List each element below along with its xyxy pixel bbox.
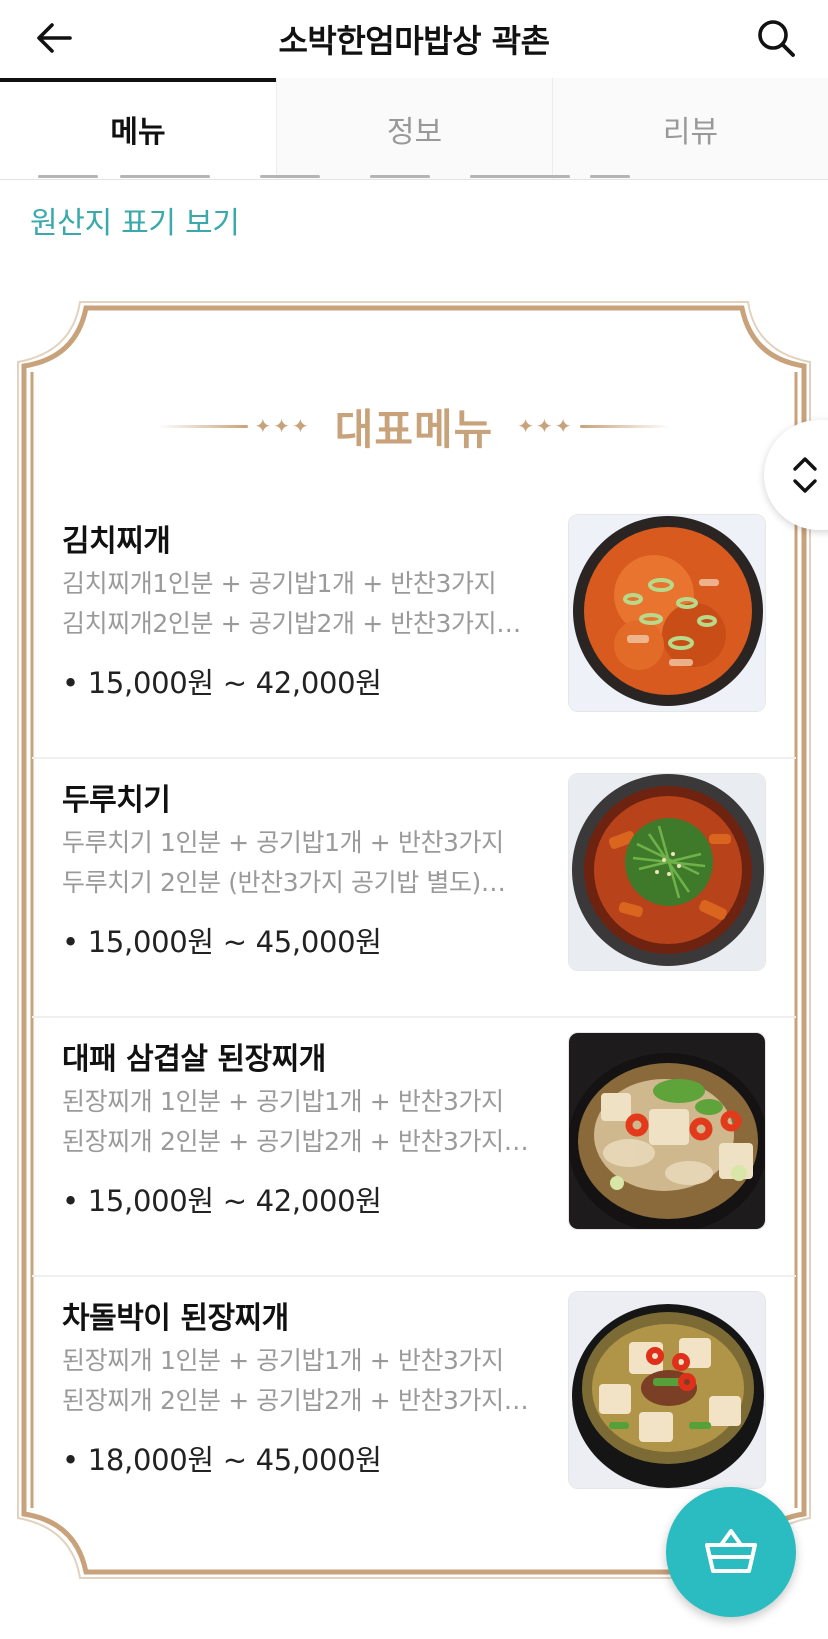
menu-item-price: • 18,000원 ~ 45,000원 — [62, 1443, 382, 1477]
cart-button[interactable] — [666, 1487, 796, 1617]
chevron-up-down-icon — [793, 457, 817, 493]
menu-item-photo[interactable] — [568, 1291, 766, 1489]
menu-item-photo[interactable] — [568, 773, 766, 971]
menu-item-desc-line: 김치찌개2인분 + 공기밥2개 + 반찬3가지… — [62, 609, 521, 638]
menu-item-desc-line: 두루치기 1인분 + 공기밥1개 + 반찬3가지 — [62, 828, 504, 857]
scrolled-off-text — [30, 170, 730, 180]
app-header: 소박한엄마밥상 곽촌 — [0, 0, 828, 78]
menu-item-price: • 15,000원 ~ 42,000원 — [62, 666, 382, 700]
menu-list: 김치찌개 김치찌개1인분 + 공기밥1개 + 반찬3가지 김치찌개2인분 + 공… — [32, 500, 796, 1536]
tab-info[interactable]: 정보 — [276, 78, 552, 179]
menu-item-name: 김치찌개 — [62, 524, 171, 559]
menu-item-name: 두루치기 — [62, 783, 171, 818]
menu-item[interactable]: 김치찌개 김치찌개1인분 + 공기밥1개 + 반찬3가지 김치찌개2인분 + 공… — [32, 500, 796, 759]
menu-item-description: 두루치기 1인분 + 공기밥1개 + 반찬3가지 두루치기 2인분 (반찬3가지… — [62, 823, 532, 903]
section-title: 대표메뉴 — [334, 404, 494, 454]
tab-reviews[interactable]: 리뷰 — [552, 78, 828, 179]
menu-item-description: 김치찌개1인분 + 공기밥1개 + 반찬3가지 김치찌개2인분 + 공기밥2개 … — [62, 564, 532, 644]
menu-item-name: 차돌박이 된장찌개 — [62, 1301, 289, 1336]
menu-item[interactable]: 차돌박이 된장찌개 된장찌개 1인분 + 공기밥1개 + 반찬3가지 된장찌개 … — [32, 1277, 796, 1536]
restaurant-menu-page: 소박한엄마밥상 곽촌 메뉴 정보 리뷰 원산지 표기 보기 ✦✦✦ 대표메뉴 ✦… — [0, 0, 828, 1639]
menu-item-desc-line: 된장찌개 1인분 + 공기밥1개 + 반찬3가지 — [62, 1087, 504, 1116]
menu-item-description: 된장찌개 1인분 + 공기밥1개 + 반찬3가지 된장찌개 2인분 + 공기밥2… — [62, 1341, 532, 1421]
menu-item-desc-line: 두루치기 2인분 (반찬3가지 공기밥 별도)… — [62, 868, 506, 897]
page-title: 소박한엄마밥상 곽촌 — [278, 22, 550, 60]
menu-item[interactable]: 대패 삼겹살 된장찌개 된장찌개 1인분 + 공기밥1개 + 반찬3가지 된장찌… — [32, 1018, 796, 1277]
menu-item[interactable]: 두루치기 두루치기 1인분 + 공기밥1개 + 반찬3가지 두루치기 2인분 (… — [32, 759, 796, 1018]
menu-item-desc-line: 된장찌개 2인분 + 공기밥2개 + 반찬3가지… — [62, 1127, 529, 1156]
menu-item-name: 대패 삼겹살 된장찌개 — [62, 1042, 326, 1077]
ornament-right-icon: ✦✦✦ — [511, 414, 670, 438]
section-header: ✦✦✦ 대표메뉴 ✦✦✦ — [0, 398, 828, 454]
menu-item-description: 된장찌개 1인분 + 공기밥1개 + 반찬3가지 된장찌개 2인분 + 공기밥2… — [62, 1082, 532, 1162]
ornament-left-icon: ✦✦✦ — [158, 414, 316, 438]
menu-item-desc-line: 된장찌개 1인분 + 공기밥1개 + 반찬3가지 — [62, 1346, 504, 1375]
origin-label-link[interactable]: 원산지 표기 보기 — [30, 198, 240, 242]
search-button[interactable] — [752, 14, 800, 62]
menu-item-photo[interactable] — [568, 1032, 766, 1230]
basket-icon — [705, 1529, 757, 1573]
search-icon — [758, 20, 795, 57]
menu-item-desc-line: 김치찌개1인분 + 공기밥1개 + 반찬3가지 — [62, 569, 497, 598]
menu-item-price: • 15,000원 ~ 45,000원 — [62, 925, 382, 959]
menu-item-desc-line: 된장찌개 2인분 + 공기밥2개 + 반찬3가지… — [62, 1386, 529, 1415]
tab-bar: 메뉴 정보 리뷰 — [0, 78, 828, 180]
menu-item-price: • 15,000원 ~ 42,000원 — [62, 1184, 382, 1218]
tab-menu[interactable]: 메뉴 — [0, 78, 276, 179]
menu-item-photo[interactable] — [568, 514, 766, 712]
